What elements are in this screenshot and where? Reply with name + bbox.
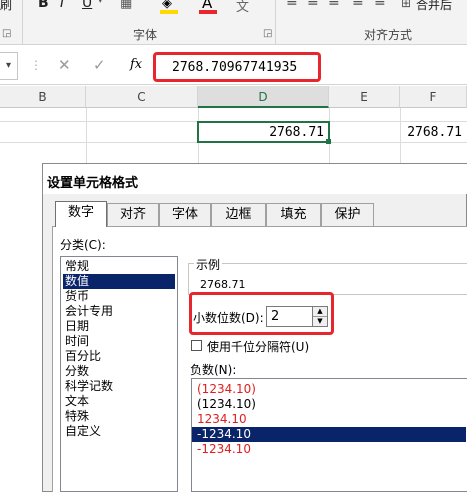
- tab-fill[interactable]: 填充: [266, 203, 321, 226]
- column-header-e[interactable]: E: [329, 86, 400, 108]
- list-item[interactable]: 科学记数: [63, 379, 175, 394]
- list-item[interactable]: 1234.10: [192, 412, 466, 427]
- fill-color-swatch: [160, 10, 178, 14]
- thousands-separator-label[interactable]: 使用千位分隔符(U): [207, 338, 309, 355]
- cell-f-value: 2768.71: [407, 125, 462, 140]
- category-list[interactable]: 常规 数值 货币 会计专用 日期 时间 百分比 分数 科学记数 文本 特殊 自定…: [60, 256, 178, 492]
- tab-alignment[interactable]: 对齐: [107, 203, 159, 226]
- font-group-label: 字体: [133, 28, 158, 42]
- clipboard-launcher-icon[interactable]: ◲: [2, 28, 11, 39]
- list-item[interactable]: (1234.10): [192, 382, 466, 397]
- category-label: 分类(C):: [60, 238, 106, 252]
- cancel-icon[interactable]: ✕: [58, 56, 71, 74]
- ribbon-separator: [275, 0, 276, 44]
- decimal-places-input[interactable]: 2: [266, 306, 314, 327]
- underline-button[interactable]: U: [82, 0, 92, 11]
- column-gridline: [86, 108, 87, 163]
- list-item[interactable]: 常规: [63, 259, 175, 274]
- negative-numbers-list[interactable]: (1234.10) (1234.10) 1234.10 -1234.10 -12…: [191, 378, 467, 492]
- tab-number[interactable]: 数字: [55, 201, 107, 227]
- decimal-places-stepper[interactable]: ▲ ▼: [312, 306, 328, 327]
- decimal-places-label: 小数位数(D):: [193, 311, 264, 325]
- insert-function-icon[interactable]: fx: [130, 57, 142, 72]
- list-item[interactable]: -1234.10: [192, 442, 466, 457]
- list-item[interactable]: 日期: [63, 319, 175, 334]
- list-item[interactable]: 货币: [63, 289, 175, 304]
- list-item[interactable]: 百分比: [63, 349, 175, 364]
- ribbon-separator: [22, 0, 23, 44]
- spin-up-icon[interactable]: ▲: [313, 307, 327, 317]
- align-top-icon[interactable]: ≡: [286, 0, 298, 10]
- merge-icon[interactable]: ⊞: [401, 0, 411, 10]
- phonetic-icon[interactable]: 文: [236, 0, 249, 15]
- column-header-b[interactable]: B: [0, 86, 86, 108]
- list-item[interactable]: (1234.10): [192, 397, 466, 412]
- list-item[interactable]: 时间: [63, 334, 175, 349]
- outdent-icon[interactable]: ≡: [374, 0, 386, 10]
- formula-bar-divider: ⋮: [30, 58, 42, 72]
- list-item[interactable]: 分数: [63, 364, 175, 379]
- list-item[interactable]: 会计专用: [63, 304, 175, 319]
- list-item[interactable]: 自定义: [63, 424, 175, 439]
- negative-numbers-label: 负数(N):: [190, 363, 237, 377]
- tab-border[interactable]: 边框: [211, 203, 266, 226]
- fill-handle[interactable]: [326, 139, 331, 144]
- align-bottom-icon[interactable]: ≡: [328, 0, 340, 10]
- formula-input[interactable]: 2768.70967741935: [172, 60, 297, 75]
- clipboard-fragment[interactable]: 刷: [0, 0, 12, 13]
- border-icon[interactable]: ▦: [120, 0, 132, 11]
- column-header-c[interactable]: C: [86, 86, 198, 108]
- tab-protection[interactable]: 保护: [321, 203, 374, 226]
- sample-value: 2768.71: [200, 278, 246, 291]
- italic-button[interactable]: I: [60, 0, 64, 11]
- column-header-f[interactable]: F: [400, 86, 467, 108]
- bold-button[interactable]: B: [38, 0, 49, 11]
- tab-font[interactable]: 字体: [159, 203, 211, 226]
- spin-down-icon[interactable]: ▼: [313, 317, 327, 326]
- font-color-swatch: [199, 10, 217, 14]
- underline-dropdown-icon[interactable]: ▾: [98, 0, 103, 6]
- column-header-d[interactable]: D: [198, 86, 329, 108]
- indent-icon[interactable]: ≡: [352, 0, 364, 10]
- list-item[interactable]: 特殊: [63, 409, 175, 424]
- font-launcher-icon[interactable]: ◲: [263, 28, 272, 39]
- align-group-label: 对齐方式: [364, 28, 413, 42]
- merge-center-button[interactable]: 合并后: [416, 0, 452, 13]
- list-item-selected[interactable]: 数值: [63, 274, 175, 289]
- list-item[interactable]: 文本: [63, 394, 175, 409]
- cell-d-value: 2768.71: [269, 125, 324, 140]
- align-middle-icon[interactable]: ≡: [307, 0, 319, 10]
- name-box-dropdown-icon[interactable]: ▾: [0, 52, 18, 80]
- list-item-selected[interactable]: -1234.10: [192, 427, 466, 442]
- thousands-separator-checkbox[interactable]: [191, 340, 202, 351]
- sample-label: 示例: [194, 256, 223, 273]
- enter-icon[interactable]: ✓: [93, 56, 106, 74]
- dialog-title: 设置单元格格式: [47, 176, 139, 191]
